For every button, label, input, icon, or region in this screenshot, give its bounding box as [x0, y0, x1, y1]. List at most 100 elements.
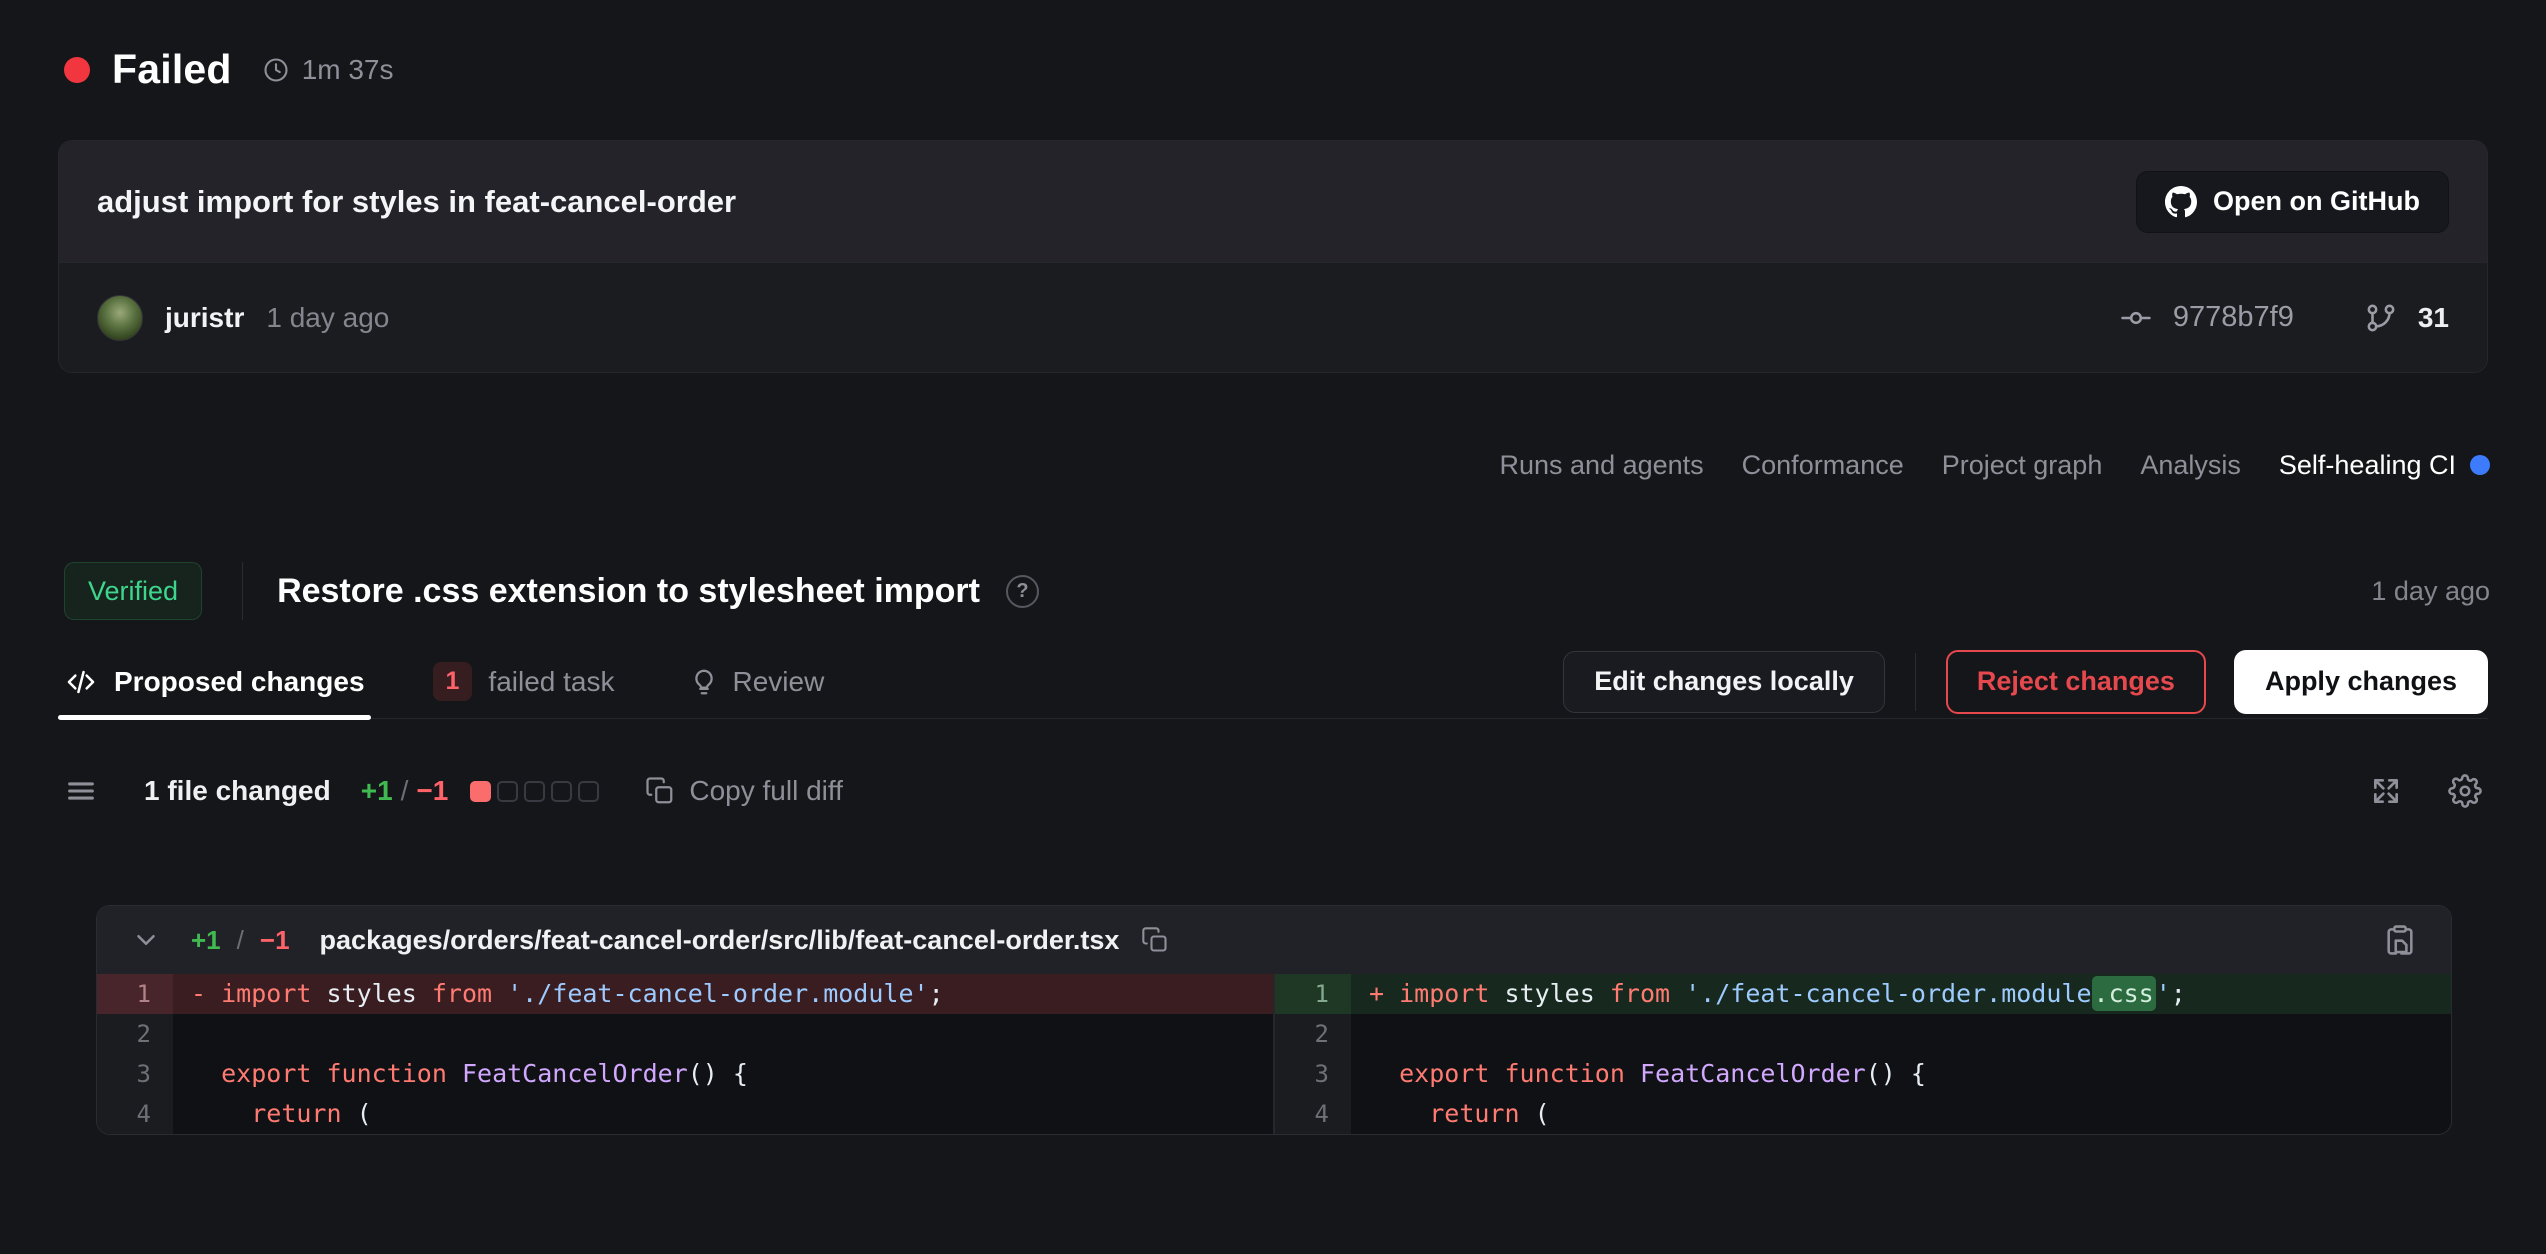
- status-header: Failed 1m 37s: [64, 46, 394, 93]
- nav-item-project-graph[interactable]: Project graph: [1942, 450, 2103, 481]
- line-number: 1: [1275, 974, 1351, 1014]
- file-list-menu-icon[interactable]: [64, 774, 98, 808]
- clipboard-icon[interactable]: [2383, 923, 2417, 957]
- diff-line: 2: [1275, 1014, 2451, 1054]
- branch-icon: [2364, 301, 2398, 335]
- diff-stat-square: [470, 781, 491, 802]
- file-stat-separator: /: [237, 925, 244, 956]
- files-changed-label: 1 file changed: [144, 775, 331, 807]
- duration-text: 1m 37s: [302, 54, 394, 86]
- expand-icon[interactable]: [2370, 775, 2402, 807]
- chevron-down-icon[interactable]: [131, 925, 161, 955]
- page: Failed 1m 37s adjust import for styles i…: [0, 0, 2546, 1254]
- commit-card: adjust import for styles in feat-cancel-…: [58, 140, 2488, 373]
- code-icon: [64, 665, 98, 699]
- edit-changes-locally-button[interactable]: Edit changes locally: [1563, 651, 1885, 713]
- nav-item-label: Self-healing CI: [2279, 450, 2456, 481]
- tab-review[interactable]: Review: [689, 645, 825, 718]
- diff-line: 3 export function FeatCancelOrder() {: [1275, 1054, 2451, 1094]
- fix-section-heading: Verified Restore .css extension to style…: [64, 560, 2490, 622]
- diff-line: 2: [97, 1014, 1273, 1054]
- code-line: return (: [1351, 1094, 2451, 1134]
- code-line: + import styles from './feat-cancel-orde…: [1351, 974, 2451, 1014]
- clock-icon: [262, 56, 290, 84]
- diff-line: 3 export function FeatCancelOrder() {: [97, 1054, 1273, 1094]
- branch-count[interactable]: 31: [2418, 302, 2449, 334]
- commit-time: 1 day ago: [266, 302, 389, 334]
- diff-line: 1- import styles from './feat-cancel-ord…: [97, 974, 1273, 1014]
- github-icon: [2165, 186, 2197, 218]
- help-icon[interactable]: ?: [1006, 575, 1039, 608]
- top-nav: Runs and agents Conformance Project grap…: [1500, 443, 2491, 487]
- file-additions: +1: [191, 925, 221, 956]
- file-deletions: −1: [260, 925, 290, 956]
- avatar[interactable]: [97, 295, 143, 341]
- commit-card-meta: juristr 1 day ago 9778b7f9 31: [59, 262, 2487, 372]
- deletions-count: −1: [416, 775, 448, 807]
- commit-title: adjust import for styles in feat-cancel-…: [97, 184, 736, 220]
- diff-stat-square: [524, 781, 545, 802]
- action-buttons: Edit changes locally Reject changes Appl…: [1563, 650, 2488, 714]
- diff-stat-square: [497, 781, 518, 802]
- tab-label: Proposed changes: [114, 666, 365, 698]
- gear-icon[interactable]: [2448, 774, 2482, 808]
- diff-pane-after[interactable]: 1+ import styles from './feat-cancel-ord…: [1275, 974, 2451, 1134]
- status-label: Failed: [112, 46, 232, 93]
- commit-meta: 9778b7f9 31: [2119, 301, 2449, 335]
- open-on-github-button[interactable]: Open on GitHub: [2136, 171, 2449, 233]
- verified-badge: Verified: [64, 562, 202, 620]
- copy-full-diff-button[interactable]: Copy full diff: [645, 775, 843, 807]
- author-group: juristr 1 day ago: [97, 295, 389, 341]
- line-number: 1: [97, 974, 173, 1014]
- tabs-row: Proposed changes 1 failed task Review Ed…: [58, 645, 2488, 719]
- nav-item-runs-and-agents[interactable]: Runs and agents: [1500, 450, 1704, 481]
- diff-stat-square: [551, 781, 572, 802]
- code-line: export function FeatCancelOrder() {: [1351, 1054, 2451, 1094]
- commit-sha[interactable]: 9778b7f9: [2173, 301, 2294, 334]
- github-button-label: Open on GitHub: [2213, 186, 2420, 217]
- line-number: 2: [97, 1014, 173, 1054]
- file-path: packages/orders/feat-cancel-order/src/li…: [320, 925, 1120, 956]
- line-number: 3: [97, 1054, 173, 1094]
- duration: 1m 37s: [262, 54, 394, 86]
- failed-status-icon: [64, 57, 90, 83]
- stat-separator: /: [401, 775, 409, 807]
- reject-changes-button[interactable]: Reject changes: [1946, 650, 2206, 714]
- diff-toolbar: 1 file changed +1 / −1 Copy full diff: [64, 762, 2482, 820]
- diff-toolbar-right: [2370, 774, 2482, 808]
- diff-stat-square: [578, 781, 599, 802]
- copy-full-diff-label: Copy full diff: [689, 775, 843, 807]
- code-line: [173, 1014, 1273, 1054]
- code-line: return (: [173, 1094, 1273, 1134]
- tab-proposed-changes[interactable]: Proposed changes: [58, 645, 371, 718]
- failed-count-badge: 1: [433, 662, 473, 701]
- diff-line: 4 return (: [1275, 1094, 2451, 1134]
- nav-item-self-healing-ci[interactable]: Self-healing CI: [2279, 450, 2490, 481]
- code-line: [1351, 1014, 2451, 1054]
- additions-count: +1: [361, 775, 393, 807]
- tab-label: Review: [733, 666, 825, 698]
- notification-dot-icon: [2470, 455, 2490, 475]
- line-number: 4: [1275, 1094, 1351, 1134]
- line-number: 2: [1275, 1014, 1351, 1054]
- lightbulb-icon: [689, 667, 719, 697]
- code-line: export function FeatCancelOrder() {: [173, 1054, 1273, 1094]
- code-line: - import styles from './feat-cancel-orde…: [173, 974, 1273, 1014]
- line-number: 4: [97, 1094, 173, 1134]
- tab-label: failed task: [488, 666, 614, 698]
- apply-changes-button[interactable]: Apply changes: [2234, 650, 2488, 714]
- nav-item-conformance[interactable]: Conformance: [1742, 450, 1904, 481]
- commit-card-header: adjust import for styles in feat-cancel-…: [59, 141, 2487, 262]
- tab-failed-task[interactable]: 1 failed task: [433, 645, 615, 718]
- diff-file-header: +1 / −1 packages/orders/feat-cancel-orde…: [97, 906, 2451, 974]
- diff-stat-squares: [470, 781, 599, 802]
- author-name[interactable]: juristr: [165, 302, 244, 334]
- divider: [242, 562, 243, 620]
- diff-line: 4 return (: [97, 1094, 1273, 1134]
- diff-pane-before[interactable]: 1- import styles from './feat-cancel-ord…: [97, 974, 1275, 1134]
- copy-path-icon[interactable]: [1141, 926, 1169, 954]
- fix-title: Restore .css extension to stylesheet imp…: [277, 572, 980, 611]
- nav-item-analysis[interactable]: Analysis: [2140, 450, 2241, 481]
- diff-body: 1- import styles from './feat-cancel-ord…: [97, 974, 2451, 1134]
- commit-icon: [2119, 301, 2153, 335]
